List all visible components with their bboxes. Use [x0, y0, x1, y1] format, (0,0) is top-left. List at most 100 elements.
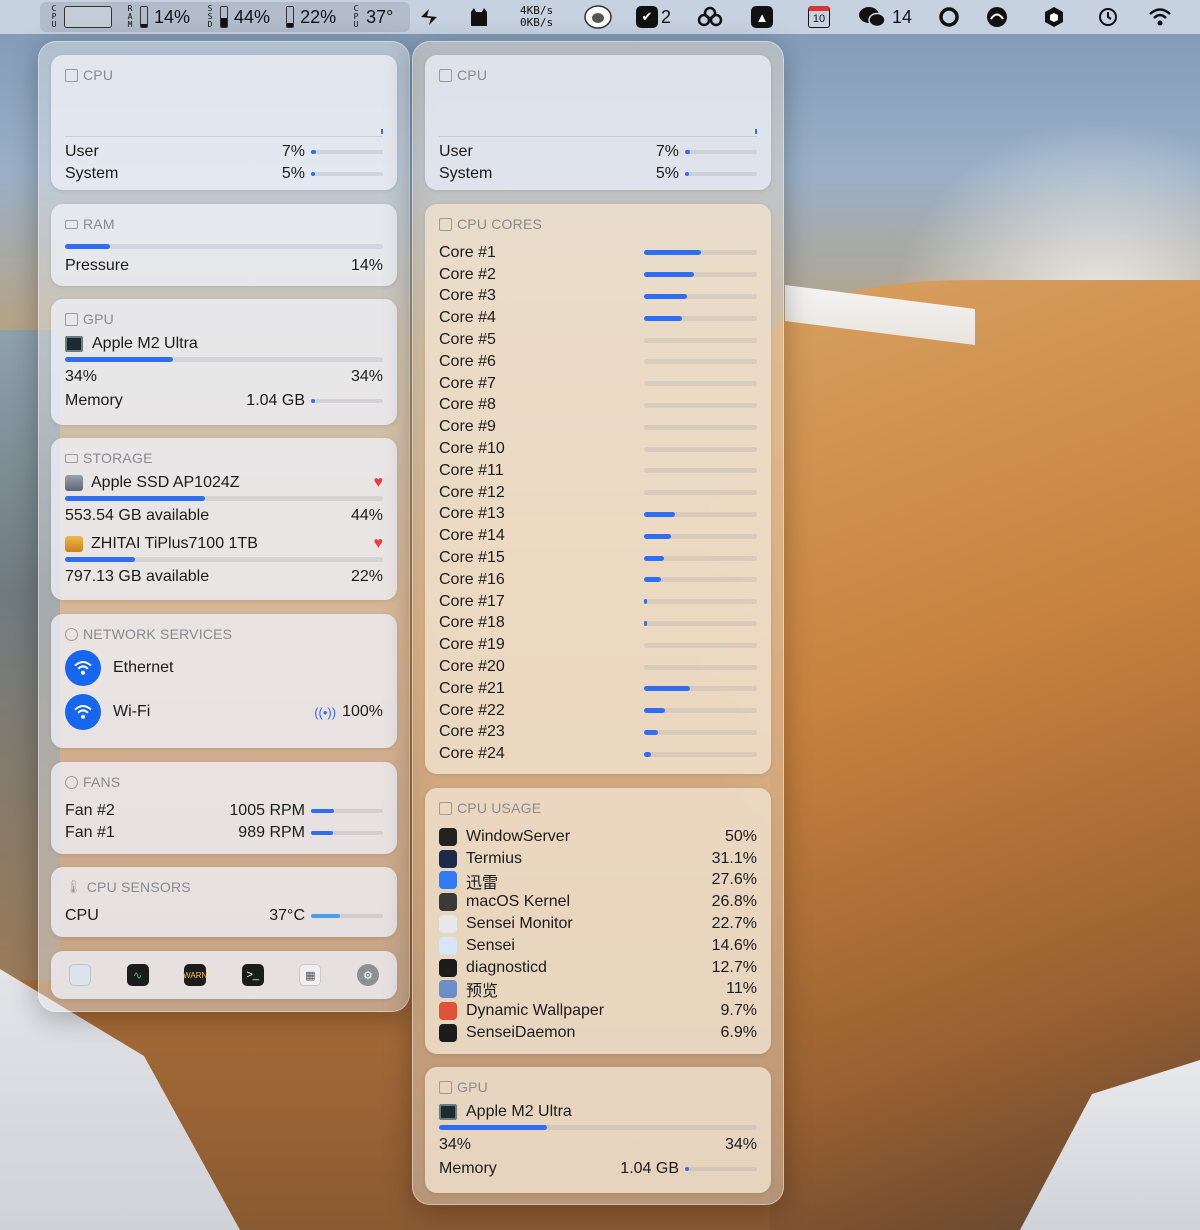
time-machine-icon[interactable] — [1097, 4, 1119, 30]
sensei-app-icon[interactable] — [69, 964, 91, 986]
process-row[interactable]: Sensei 14.6% — [439, 935, 757, 957]
gpu-card-right[interactable]: GPU Apple M2 Ultra 34% 34% Memory 1.04 G… — [425, 1067, 771, 1193]
process-row[interactable]: Sensei Monitor 22.7% — [439, 913, 757, 935]
cpu-cores-list: Core #1 Core #2 Core #3 Core #4 Core #5 Core … — [439, 242, 757, 765]
network-speed-indicator[interactable]: 4KB/s 0KB/s — [520, 4, 553, 30]
cpu-sensors-card[interactable]: 🌡︎ CPU SENSORS CPU 37°C — [51, 867, 397, 937]
cat-menu-icon[interactable] — [468, 4, 490, 30]
process-name: SenseiDaemon — [466, 1024, 576, 1042]
core-usage-bar — [644, 402, 757, 408]
system-information-icon[interactable]: ▦ — [299, 964, 322, 986]
wechat-menu-icon[interactable]: 14 — [858, 4, 912, 30]
cloud-sync-icon[interactable] — [696, 4, 724, 30]
quick-launch-card: ∿ WARN >_ ▦ ⚙ — [51, 951, 397, 999]
sensei-panel-left: CPU User 7% System 5% RAM Pressure 14% G… — [38, 41, 410, 1012]
process-cpu-value: 31.1% — [711, 849, 757, 867]
wifi-menu-icon[interactable] — [1148, 4, 1172, 30]
gpu-usage-bar — [439, 1125, 757, 1130]
process-row[interactable]: 预览 11% — [439, 979, 757, 1000]
cpu-user-label: User — [439, 143, 473, 160]
process-cpu-value: 27.6% — [711, 871, 757, 889]
menubar-ram-bar — [140, 6, 148, 28]
core-label: Core #2 — [439, 265, 496, 283]
core-usage-bar — [644, 381, 757, 387]
core-usage-bar — [644, 359, 757, 365]
gpu-chip-icon — [439, 1104, 457, 1120]
core-row: Core #3 — [439, 286, 757, 308]
disk-1-health-heart-icon: ♥ — [373, 474, 384, 491]
gpu-memory-value: 1.04 GB — [620, 1160, 679, 1177]
core-row: Core #7 — [439, 373, 757, 395]
terminal-icon[interactable]: >_ — [241, 964, 264, 986]
core-row: Core #11 — [439, 460, 757, 482]
disk-2-health-heart-icon: ♥ — [373, 535, 384, 552]
gpu-usage-left: 34% — [65, 368, 98, 385]
core-usage-bar — [644, 729, 757, 735]
disk-2-percent: 22% — [350, 568, 383, 585]
gpu-name-row: Apple M2 Ultra — [439, 1101, 757, 1123]
ram-pressure-row: Pressure 14% — [65, 255, 383, 277]
sheep-menu-icon[interactable] — [583, 4, 613, 30]
ram-card-title: RAM — [65, 216, 383, 232]
process-row[interactable]: 迅雷 27.6% — [439, 870, 757, 892]
creative-cloud-icon[interactable] — [984, 4, 1010, 30]
kanban-count: 2 — [661, 6, 672, 27]
core-label: Core #16 — [439, 570, 505, 588]
kanban-menu-icon[interactable]: ✔ 2 — [636, 4, 671, 30]
cpu-user-value: 7% — [281, 143, 305, 160]
ram-card[interactable]: RAM Pressure 14% — [51, 204, 397, 286]
wifi-icon — [65, 650, 101, 686]
process-app-icon — [439, 1024, 457, 1043]
core-usage-bar — [644, 446, 757, 452]
core-usage-bar — [644, 511, 757, 517]
process-row[interactable]: macOS Kernel 26.8% — [439, 891, 757, 913]
disk-1-available: 553.54 GB available — [65, 507, 210, 524]
cpu-icon — [65, 68, 78, 82]
gpu-card[interactable]: GPU Apple M2 Ultra 34% 34% Memory 1.04 G… — [51, 299, 397, 425]
process-name: WindowServer — [466, 827, 571, 845]
cpu-cores-title-text: CPU CORES — [457, 216, 543, 232]
disk-2-name: ZHITAI TiPlus7100 1TB — [91, 535, 258, 552]
gpu-name: Apple M2 Ultra — [466, 1103, 572, 1120]
process-cpu-value: 11% — [726, 980, 757, 998]
menubar-ssd2-value: 22% — [300, 6, 337, 27]
photos-menu-icon[interactable]: ▲ — [751, 4, 773, 30]
menubar-cpu-temp-label: CPU — [353, 4, 359, 29]
process-row[interactable]: Dynamic Wallpaper 9.7% — [439, 1000, 757, 1022]
console-icon[interactable]: WARN — [183, 964, 207, 986]
process-cpu-value: 26.8% — [711, 893, 757, 911]
cpu-card[interactable]: CPU User 7% System 5% — [51, 55, 397, 190]
sparkle-menu-icon[interactable] — [418, 4, 440, 30]
network-service-ethernet[interactable]: Ethernet — [65, 646, 383, 690]
process-row[interactable]: diagnosticd 12.7% — [439, 957, 757, 979]
activity-monitor-icon[interactable]: ∿ — [126, 964, 149, 986]
sensei-menubar-widget[interactable]: CPU RAM 14% SSD 44% 22% CPU 37° — [40, 2, 410, 32]
ring-menu-icon[interactable] — [938, 4, 960, 30]
ram-pressure-value: 14% — [350, 257, 383, 274]
fans-card[interactable]: FANS Fan #2 1005 RPM Fan #1 989 RPM — [51, 762, 397, 854]
cpu-card-right[interactable]: CPU User 7% System 5% — [425, 55, 771, 190]
cpu-temperature-label: CPU — [65, 907, 99, 924]
process-app-icon — [439, 1002, 457, 1021]
cpu-temperature-bar — [311, 914, 383, 918]
calendar-menu-icon[interactable]: 10 — [808, 4, 830, 30]
process-row[interactable]: Termius 31.1% — [439, 848, 757, 870]
network-card[interactable]: NETWORK SERVICES Ethernet Wi-Fi ((•)) 10… — [51, 614, 397, 748]
system-settings-icon[interactable]: ⚙ — [356, 964, 379, 986]
process-name: Sensei Monitor — [466, 915, 573, 933]
core-row: Core #16 — [439, 569, 757, 591]
gpu-memory-label: Memory — [65, 392, 123, 409]
process-row[interactable]: WindowServer 50% — [439, 826, 757, 848]
core-usage-bar — [644, 490, 757, 496]
process-row[interactable]: SenseiDaemon 6.9% — [439, 1022, 757, 1044]
external-drive-icon — [65, 536, 83, 552]
cpu-sensors-title-text: CPU SENSORS — [86, 879, 191, 895]
gpu-memory-row: Memory 1.04 GB — [65, 390, 383, 412]
shield-menu-icon[interactable] — [1044, 4, 1064, 30]
storage-card[interactable]: STORAGE Apple SSD AP1024Z ♥ 553.54 GB av… — [51, 438, 397, 600]
core-usage-bar — [644, 577, 757, 583]
cpu-cores-card[interactable]: CPU CORES Core #1 Core #2 Core #3 Core #4 Co… — [425, 204, 771, 774]
network-service-wifi[interactable]: Wi-Fi ((•)) 100% — [65, 690, 383, 734]
cpu-usage-card[interactable]: CPU USAGE WindowServer 50% Termius 31.1% 迅雷 2… — [425, 788, 771, 1054]
cpu-history-graph — [439, 89, 757, 137]
